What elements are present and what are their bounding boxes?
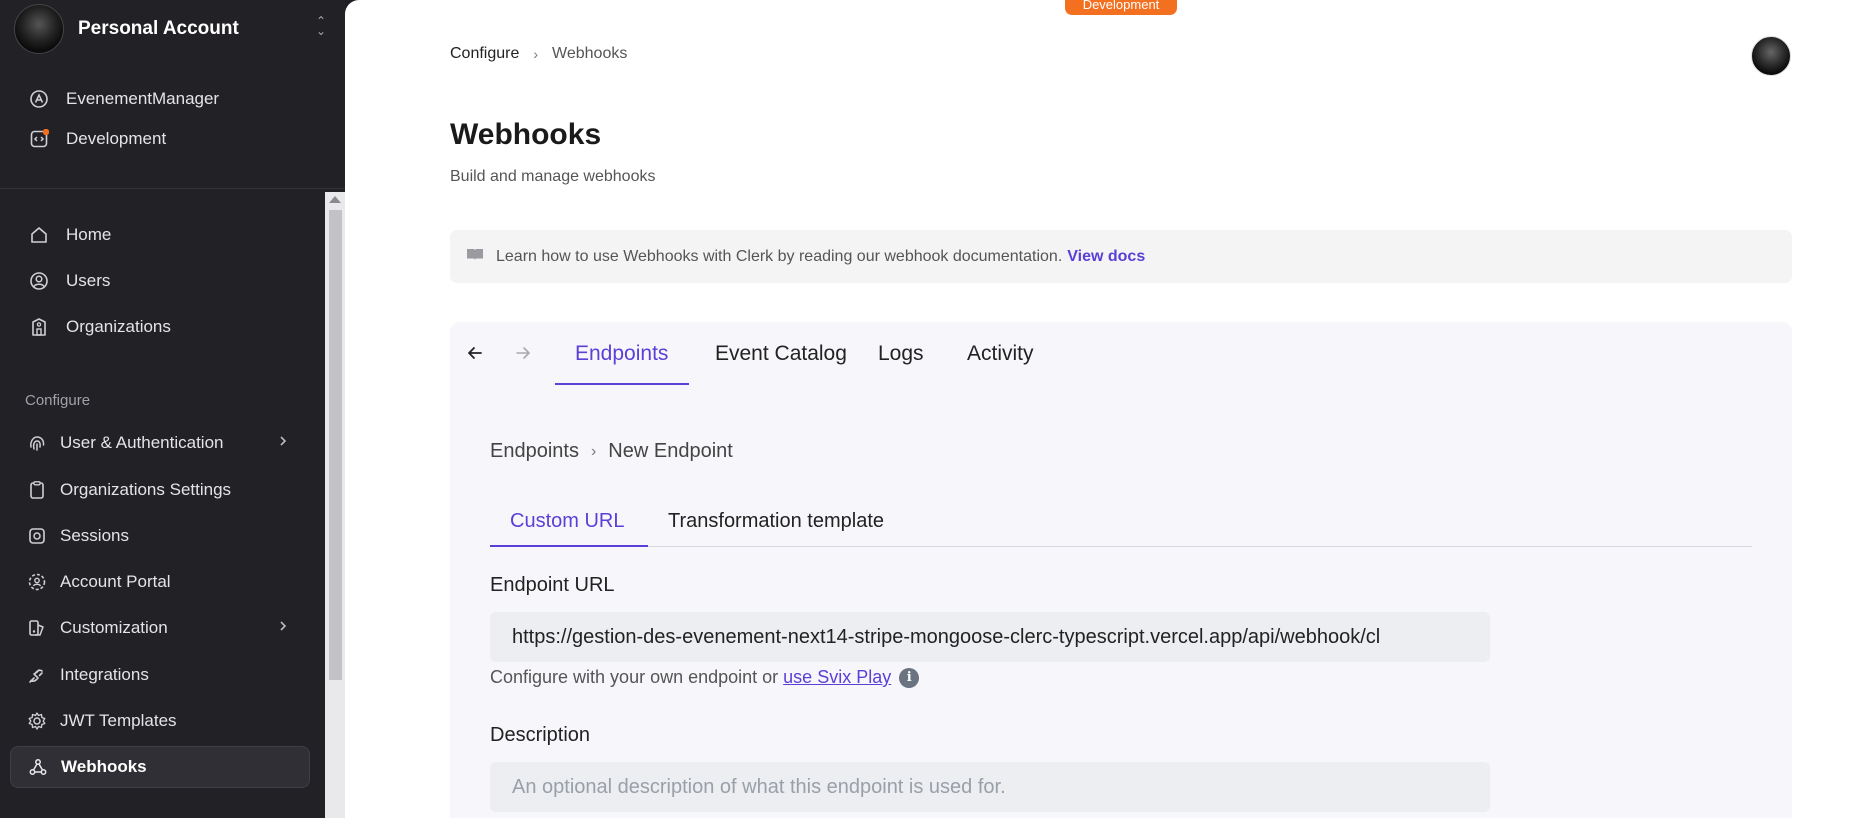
section-label-configure: Configure	[25, 392, 91, 409]
sidebar-item-account-portal[interactable]: Account Portal	[10, 561, 310, 603]
sidebar-item-label: Organizations	[66, 317, 171, 336]
chevron-right-icon	[276, 618, 290, 638]
sidebar-item-label: Home	[66, 225, 112, 244]
view-docs-link[interactable]: View docs	[1067, 248, 1145, 266]
webhook-icon	[27, 756, 49, 778]
svix-play-link[interactable]: use Svix Play	[783, 667, 891, 688]
account-avatar	[14, 4, 64, 54]
user-avatar[interactable]	[1751, 36, 1791, 76]
page-subtitle: Build and manage webhooks	[450, 168, 656, 185]
building-icon	[28, 316, 50, 338]
tab-logs[interactable]: Logs	[878, 342, 924, 366]
sidebar-item-label: Users	[66, 271, 111, 290]
sidebar-item-label: Webhooks	[61, 757, 147, 776]
app-item-label: EvenementManager	[66, 89, 220, 108]
book-icon	[466, 247, 484, 266]
sidebar-item-integrations[interactable]: Integrations	[10, 654, 310, 696]
arrow-right-icon[interactable]	[514, 344, 532, 368]
sidebar-scrollbar-thumb[interactable]	[329, 210, 342, 680]
user-icon	[28, 270, 50, 292]
sidebar: Personal Account ⌃ ⌄ EvenementManager Dev…	[0, 0, 345, 818]
portal-breadcrumb: Endpoints › New Endpoint	[490, 440, 733, 463]
app-icon	[28, 88, 50, 110]
info-icon[interactable]: i	[899, 667, 920, 688]
chevron-right-icon: ›	[533, 46, 539, 62]
breadcrumb-endpoints[interactable]: Endpoints	[490, 440, 579, 463]
breadcrumb-new-endpoint: New Endpoint	[608, 440, 733, 462]
breadcrumb-configure[interactable]: Configure	[450, 45, 519, 63]
account-name: Personal Account	[78, 18, 239, 39]
breadcrumb-webhooks: Webhooks	[552, 45, 628, 62]
tab-activity[interactable]: Activity	[967, 342, 1034, 366]
sidebar-item-organizations[interactable]: Organizations	[10, 306, 310, 348]
chevron-up-down-icon: ⌃ ⌄	[315, 14, 326, 38]
subtabs-divider	[490, 546, 1752, 547]
active-subtab-indicator	[490, 545, 648, 547]
sidebar-item-organizations-settings[interactable]: Organizations Settings	[10, 469, 310, 511]
page-title: Webhooks	[450, 118, 602, 151]
active-tab-indicator	[555, 383, 689, 385]
palette-icon	[26, 617, 48, 639]
sidebar-item-label: Customization	[60, 618, 168, 637]
gear-icon	[26, 710, 48, 732]
sidebar-item-users[interactable]: Users	[10, 260, 310, 302]
sidebar-item-home[interactable]: Home	[10, 214, 310, 256]
portal-tabs: Endpoints Event Catalog Logs Activity	[450, 322, 1792, 386]
sidebar-item-label: JWT Templates	[60, 711, 177, 730]
description-label: Description	[490, 724, 591, 746]
chevron-right-icon: ›	[590, 442, 597, 460]
description-input[interactable]: An optional description of what this end…	[490, 762, 1490, 812]
plug-icon	[26, 664, 48, 686]
tab-custom-url[interactable]: Custom URL	[510, 510, 624, 533]
main-content: Development Configure › Webhooks Webhook…	[345, 0, 1869, 818]
tab-endpoints[interactable]: Endpoints	[575, 342, 668, 366]
scroll-up-arrow-icon[interactable]	[329, 196, 341, 203]
sidebar-item-webhooks[interactable]: Webhooks	[10, 746, 310, 788]
sidebar-item-label: Sessions	[60, 526, 129, 545]
arrow-left-icon[interactable]	[466, 344, 484, 368]
breadcrumb: Configure › Webhooks	[450, 45, 627, 63]
endpoint-url-input[interactable]: https://gestion-des-evenement-next14-str…	[490, 612, 1490, 662]
sidebar-item-label: Organizations Settings	[60, 480, 232, 499]
sidebar-item-label: User & Authentication	[60, 433, 224, 452]
app-item-label: Development	[66, 129, 167, 148]
app-item-development[interactable]: Development	[28, 128, 166, 150]
sidebar-divider	[0, 188, 345, 189]
sidebar-item-customization[interactable]: Customization	[10, 607, 310, 649]
home-icon	[28, 224, 50, 246]
endpoint-hint: Configure with your own endpoint or use …	[490, 667, 920, 688]
tab-event-catalog[interactable]: Event Catalog	[715, 342, 847, 366]
clipboard-icon	[26, 479, 48, 501]
webhooks-portal: Endpoints Event Catalog Logs Activity En…	[450, 322, 1792, 818]
info-banner: Learn how to use Webhooks with Clerk by …	[450, 230, 1792, 283]
endpoint-url-label: Endpoint URL	[490, 574, 615, 596]
sessions-icon	[26, 525, 48, 547]
account-switcher[interactable]: Personal Account ⌃ ⌄	[14, 4, 334, 54]
chevron-right-icon	[276, 433, 290, 453]
sidebar-item-label: Account Portal	[60, 572, 171, 591]
environment-badge: Development	[1065, 0, 1177, 15]
app-item-evenementmanager[interactable]: EvenementManager	[28, 88, 219, 110]
info-text: Learn how to use Webhooks with Clerk by …	[496, 247, 1063, 265]
sidebar-item-jwt-templates[interactable]: JWT Templates	[10, 700, 310, 742]
sidebar-item-label: Integrations	[60, 665, 149, 684]
fingerprint-icon	[26, 432, 48, 454]
tab-transformation-template[interactable]: Transformation template	[668, 510, 884, 533]
portal-icon	[26, 571, 48, 593]
hint-text: Configure with your own endpoint or	[490, 667, 779, 687]
sidebar-item-sessions[interactable]: Sessions	[10, 515, 310, 557]
sidebar-item-user-authentication[interactable]: User & Authentication	[10, 422, 310, 464]
dev-instance-icon	[28, 128, 50, 150]
